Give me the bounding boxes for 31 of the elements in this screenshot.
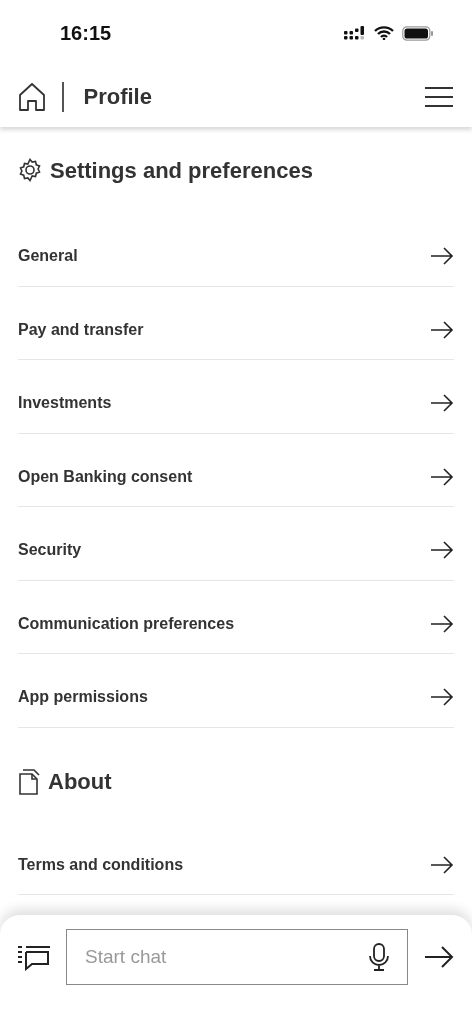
arrow-icon[interactable] <box>430 855 454 874</box>
section-title: About <box>48 768 112 796</box>
arrow-icon[interactable] <box>430 247 454 266</box>
menu-item-link[interactable]: Security <box>18 538 82 563</box>
menu-item-link[interactable]: Open Banking consent <box>18 464 193 489</box>
chat-icon[interactable] <box>18 945 50 971</box>
microphone-icon[interactable] <box>368 943 390 971</box>
menu-item-link[interactable]: General <box>18 244 78 269</box>
page-title: Profile <box>83 83 152 111</box>
arrow-icon[interactable] <box>430 541 454 560</box>
menu-item-link[interactable]: Terms and conditions <box>18 852 184 877</box>
chat-input-field[interactable]: Start chat <box>66 929 408 985</box>
battery-icon <box>402 25 434 41</box>
arrow-icon[interactable] <box>430 688 454 707</box>
arrow-icon[interactable] <box>430 320 454 339</box>
menu-item-link[interactable]: Investments <box>18 391 112 416</box>
arrow-icon[interactable] <box>430 467 454 486</box>
signal-icon <box>344 26 366 40</box>
section-title: Settings and preferences <box>50 156 313 185</box>
menu-item-link[interactable]: App permissions <box>18 685 148 710</box>
menu-item-link[interactable]: Communication preferences <box>18 611 235 636</box>
wifi-icon <box>374 26 394 40</box>
send-arrow-icon[interactable] <box>424 946 454 968</box>
arrow-icon[interactable] <box>430 394 454 413</box>
home-icon[interactable] <box>18 81 46 112</box>
menu-item-link[interactable]: Pay and transfer <box>18 317 144 342</box>
menu-icon[interactable] <box>424 85 454 108</box>
gear-icon <box>18 158 42 182</box>
arrow-icon[interactable] <box>430 614 454 633</box>
document-icon <box>18 768 40 795</box>
status-time: 16:15 <box>60 21 112 46</box>
